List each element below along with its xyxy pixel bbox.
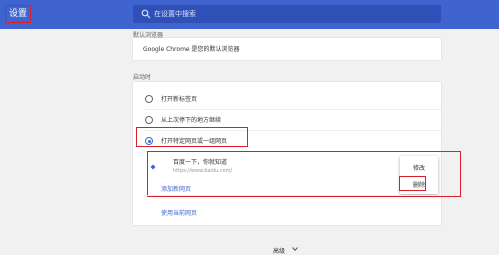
divider	[143, 109, 441, 110]
highlight-box	[136, 127, 248, 147]
startup-card: 打开新标签页 从上次停下的地方继续 打开特定网页或一组网页 百度一下，你就知道 …	[133, 82, 461, 225]
option-label: 打开新标签页	[161, 96, 198, 103]
use-current-pages-link[interactable]: 使用当前网页	[161, 208, 197, 217]
advanced-settings-button[interactable]: 高级	[273, 246, 285, 255]
default-browser-text: Google Chrome 是您的默认浏览器	[143, 46, 240, 53]
chevron-down-icon[interactable]	[292, 247, 298, 251]
radio-button[interactable]	[145, 95, 153, 103]
default-browser-card: Google Chrome 是您的默认浏览器	[133, 38, 441, 60]
radio-button[interactable]	[145, 116, 153, 124]
divider	[143, 195, 441, 196]
page-highlight-box	[147, 151, 461, 197]
page-title: 设置	[5, 5, 32, 23]
option-label: 从上次停下的地方继续	[161, 117, 222, 124]
search-icon	[141, 9, 151, 19]
search-input[interactable]: 在设置中搜索	[133, 5, 441, 23]
startup-label: 启动时	[133, 74, 152, 81]
top-bar: 设置 在设置中搜索	[0, 0, 499, 29]
search-placeholder: 在设置中搜索	[154, 10, 196, 18]
add-page-link[interactable]: 添加新网页	[161, 184, 191, 193]
